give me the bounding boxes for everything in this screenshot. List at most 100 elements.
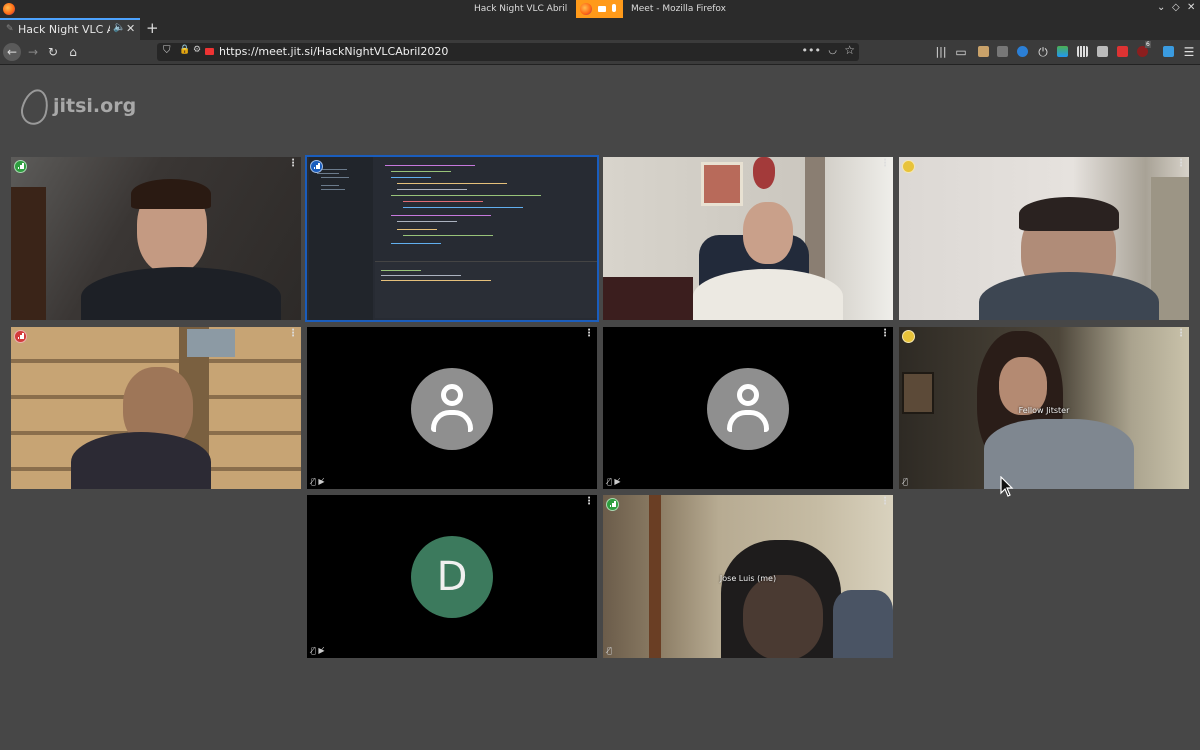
- bookmark-star-icon[interactable]: ☆: [844, 43, 855, 57]
- firefox-icon: [580, 3, 592, 15]
- muted-mic-and-camera-icon: 🎙̸ ▶̸: [311, 646, 325, 655]
- more-options-icon[interactable]: ⋮: [1176, 329, 1186, 339]
- minimize-icon[interactable]: ⌄: [1157, 2, 1165, 13]
- muted-mic-icon: 🎙̸: [903, 477, 908, 486]
- tab-strip: ✎ Hack Night VLC Abril2020 | Jitsi Meet …: [0, 18, 1200, 40]
- logo-text: jitsi.org: [53, 95, 137, 117]
- permissions-icon[interactable]: ⚙: [193, 45, 201, 55]
- meeting-area: jitsi.org ⋮ ⋮ ⋮ ⋮ 🎙̸ ▶̸ ⋮ 🎙̸ ▶̸ ⋮ Fellow…: [0, 65, 1200, 750]
- participant-tile[interactable]: Fellow Jitster 🎙̸ ⋮: [899, 327, 1189, 489]
- participant-tile[interactable]: ⋮: [11, 327, 301, 489]
- ublock-badge: 6: [1145, 41, 1151, 48]
- more-options-icon[interactable]: ⋮: [880, 159, 890, 169]
- more-options-icon[interactable]: ⋮: [880, 329, 890, 339]
- participant-tile[interactable]: ⋮: [603, 157, 893, 320]
- video-shirt: [693, 269, 843, 320]
- lock-icon[interactable]: 🔒: [179, 45, 190, 55]
- jitsi-logo-icon: [17, 86, 53, 128]
- extension-3-icon[interactable]: [1017, 46, 1028, 57]
- tab-jitsi-meet[interactable]: ✎ Hack Night VLC Abril2020 | Jitsi Meet …: [0, 18, 140, 40]
- tab-label: Hack Night VLC Abril2020 | Jitsi Meet: [18, 23, 110, 36]
- muted-mic-and-camera-icon: 🎙̸ ▶̸: [311, 477, 325, 486]
- tracking-shield-icon[interactable]: ⛉: [163, 45, 171, 56]
- participant-tile-camera-off[interactable]: D 🎙̸ ▶̸ ⋮: [307, 495, 597, 658]
- video-person: [743, 575, 823, 658]
- video-shirt: [81, 267, 281, 320]
- muted-mic-and-camera-icon: 🎙̸ ▶̸: [607, 477, 621, 486]
- video-hair: [1019, 197, 1119, 231]
- connection-indicator-icon[interactable]: [310, 160, 323, 173]
- connection-indicator-icon[interactable]: [606, 498, 619, 511]
- microphone-sharing-icon: [612, 4, 616, 12]
- sharing-indicator[interactable]: [576, 0, 623, 18]
- extension-5-icon[interactable]: [1077, 46, 1088, 57]
- participant-tile-camera-off[interactable]: 🎙̸ ▶̸ ⋮: [603, 327, 893, 489]
- more-options-icon[interactable]: ⋮: [584, 497, 594, 507]
- video-person: [743, 202, 793, 264]
- participant-tile-self[interactable]: Jose Luis (me) 🎙̸ ⋮: [603, 495, 893, 658]
- box: [187, 329, 235, 357]
- new-tab-button[interactable]: +: [146, 19, 159, 37]
- camera-permission-icon[interactable]: [205, 48, 214, 55]
- home-button[interactable]: ⌂: [64, 43, 82, 61]
- more-options-icon[interactable]: ⋮: [880, 497, 890, 507]
- participant-tile[interactable]: ⋮: [11, 157, 301, 320]
- participant-tile-screenshare[interactable]: [307, 157, 597, 320]
- participant-name: Fellow Jitster: [1018, 406, 1070, 415]
- connection-indicator-icon[interactable]: [902, 330, 915, 343]
- back-button[interactable]: ←: [3, 43, 21, 61]
- more-options-icon[interactable]: ⋮: [584, 329, 594, 339]
- connection-indicator-icon[interactable]: [14, 160, 27, 173]
- more-options-icon[interactable]: ⋮: [288, 159, 298, 169]
- maximize-icon[interactable]: ◇: [1172, 2, 1180, 13]
- jitsi-logo[interactable]: jitsi.org: [17, 86, 136, 128]
- editor-terminal: [375, 261, 597, 318]
- connection-indicator-icon[interactable]: [14, 330, 27, 343]
- extension-2-icon[interactable]: [997, 46, 1008, 57]
- more-options-icon[interactable]: ⋮: [1176, 159, 1186, 169]
- extension-1-icon[interactable]: [978, 46, 989, 57]
- library-icon[interactable]: |||: [932, 43, 950, 61]
- bookshelf: [11, 187, 46, 320]
- forward-button[interactable]: →: [24, 43, 42, 61]
- default-avatar-icon: [411, 368, 493, 450]
- letter-avatar: D: [411, 536, 493, 618]
- pocket-icon[interactable]: ◡: [828, 45, 837, 56]
- page-actions-icon[interactable]: •••: [802, 44, 821, 57]
- sidebar-icon[interactable]: ▭: [952, 43, 970, 61]
- url-text[interactable]: https://meet.jit.si/HackNightVLCAbril202…: [219, 45, 448, 58]
- editor-code: [377, 161, 595, 259]
- video-shirt: [71, 432, 211, 489]
- extension-7-icon[interactable]: [1117, 46, 1128, 57]
- blanket: [603, 277, 693, 320]
- close-tab-icon[interactable]: ✕: [126, 22, 135, 35]
- connection-indicator-icon[interactable]: [902, 160, 915, 173]
- window-title-left: Hack Night VLC Abril: [474, 4, 568, 14]
- close-window-icon[interactable]: ✕: [1187, 2, 1195, 13]
- editor-sidebar: [309, 157, 373, 320]
- power-icon[interactable]: ⏻: [1034, 43, 1052, 61]
- participant-tile[interactable]: ⋮: [899, 157, 1189, 320]
- couch: [833, 590, 893, 658]
- video-shirt: [979, 272, 1159, 320]
- participant-name: Jose Luis (me): [719, 574, 777, 583]
- extension-8-icon[interactable]: [1163, 46, 1174, 57]
- default-avatar-icon: [707, 368, 789, 450]
- shared-screen-editor: [307, 157, 597, 320]
- more-options-icon[interactable]: ⋮: [288, 329, 298, 339]
- audio-playing-icon[interactable]: 🔈: [113, 22, 125, 33]
- extension-4-icon[interactable]: [1057, 46, 1068, 57]
- participant-tile-camera-off[interactable]: 🎙̸ ▶̸ ⋮: [307, 327, 597, 489]
- address-bar[interactable]: ⛉ 🔒 ⚙ https://meet.jit.si/HackNightVLCAb…: [157, 43, 859, 61]
- favicon-icon: ✎: [6, 24, 14, 34]
- muted-mic-icon: 🎙̸: [607, 646, 612, 655]
- reload-button[interactable]: ↻: [44, 43, 62, 61]
- camera-sharing-icon: [598, 6, 606, 12]
- wall-poster: [701, 162, 743, 206]
- menu-icon[interactable]: ☰: [1180, 43, 1198, 61]
- mouse-cursor-icon: [1000, 475, 1014, 498]
- window-titlebar: Hack Night VLC Abril Meet - Mozilla Fire…: [0, 0, 1200, 18]
- window-title-right: Meet - Mozilla Firefox: [630, 4, 726, 14]
- video-hair: [131, 179, 211, 209]
- extension-6-icon[interactable]: [1097, 46, 1108, 57]
